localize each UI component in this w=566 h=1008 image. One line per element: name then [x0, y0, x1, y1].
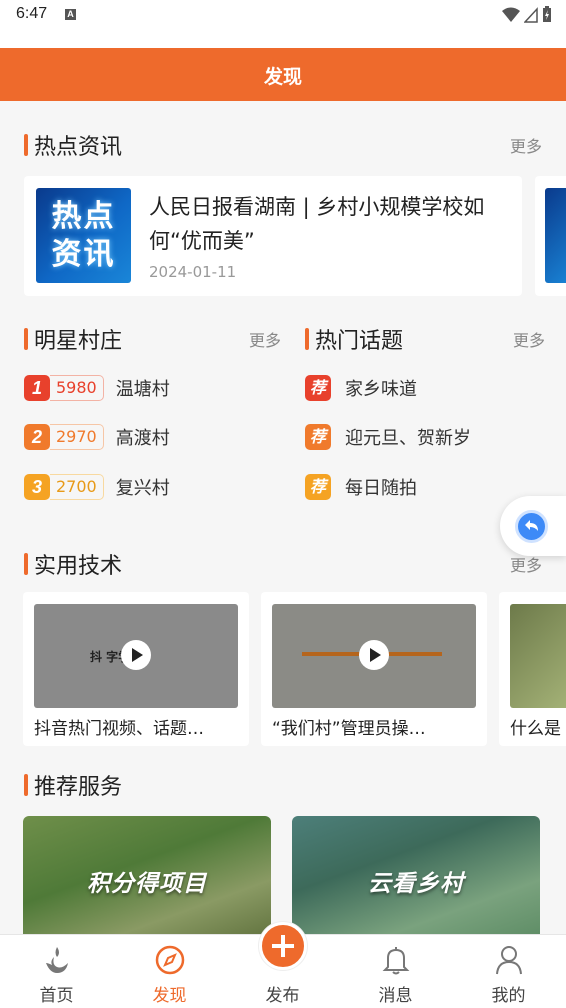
news-card-next[interactable] [535, 176, 566, 296]
wifi-icon [502, 7, 520, 22]
play-icon [359, 640, 389, 670]
service-label: 积分得项目 [87, 871, 207, 897]
service-card-points[interactable]: 积分得项目 [23, 816, 271, 946]
section-title-hot-topics: 热门话题 [305, 323, 403, 355]
topic-name: 家乡味道 [345, 379, 417, 400]
section-accent-bar [24, 328, 28, 350]
nav-discover[interactable]: 发现 [113, 935, 226, 1008]
village-row[interactable]: 2 2970 高渡村 [24, 424, 170, 450]
status-time: 6:47 [16, 5, 48, 22]
rank-badge: 3 [24, 474, 50, 500]
hot-topics-more-link[interactable]: 更多 [513, 327, 545, 351]
nav-label: 发现 [152, 986, 187, 1006]
video-card[interactable]: 什么是 [499, 592, 566, 746]
app-screen: 6:47 A 发现 热点资讯 更多 热点 资讯 人民日报看湖南 | 乡村小规模学… [0, 0, 566, 1008]
star-villages-more-link[interactable]: 更多 [249, 327, 281, 351]
video-caption: 抖音热门视频、话题… [34, 719, 204, 739]
publish-button[interactable] [259, 922, 307, 970]
topic-row[interactable]: 荐 家乡味道 [305, 375, 417, 401]
video-thumbnail: 抖 字学堂 [34, 604, 238, 708]
news-date: 2024-01-11 [149, 263, 237, 281]
section-title-star-villages: 明星村庄 [24, 323, 122, 355]
section-accent-bar [24, 774, 28, 796]
section-title-text: 明星村庄 [34, 329, 123, 354]
user-icon [496, 946, 522, 975]
rank-badge: 1 [24, 375, 50, 401]
village-score: 2700 [50, 474, 104, 500]
service-label: 云看乡村 [368, 871, 464, 897]
page-title: 发现 [263, 66, 302, 88]
topic-row[interactable]: 荐 每日随拍 [305, 474, 417, 500]
video-thumbnail [272, 604, 476, 708]
nav-messages[interactable]: 消息 [339, 935, 452, 1008]
rank-badge: 2 [24, 424, 50, 450]
recommend-badge: 荐 [305, 375, 331, 401]
news-thumbnail-text: 热点 资讯 [51, 199, 116, 272]
village-score: 5980 [50, 375, 104, 401]
video-caption: “我们村”管理员操… [272, 719, 426, 739]
hot-news-more-link[interactable]: 更多 [510, 133, 542, 157]
news-card[interactable]: 热点 资讯 人民日报看湖南 | 乡村小规模学校如何“优而美” 2024-01-1… [24, 176, 522, 296]
status-icons [502, 6, 552, 23]
section-accent-bar [305, 328, 309, 350]
recommend-badge: 荐 [305, 424, 331, 450]
nav-label: 我的 [491, 986, 526, 1006]
recommend-badge: 荐 [305, 474, 331, 500]
section-accent-bar [24, 553, 28, 575]
topic-name: 迎元旦、贺新岁 [345, 428, 471, 449]
village-row[interactable]: 1 5980 温塘村 [24, 375, 170, 401]
nav-profile[interactable]: 我的 [452, 935, 565, 1008]
section-title-text: 热点资讯 [34, 135, 123, 160]
notification-icon: A [65, 9, 76, 20]
nav-label: 发布 [265, 986, 300, 1006]
service-card-cloud-village[interactable]: 云看乡村 [292, 816, 540, 946]
village-name: 高渡村 [115, 428, 170, 449]
section-accent-bar [24, 134, 28, 156]
news-title: 人民日报看湖南 | 乡村小规模学校如何“优而美” [149, 195, 485, 253]
village-row[interactable]: 3 2700 复兴村 [24, 474, 170, 500]
news-thumbnail: 热点 资讯 [36, 188, 131, 283]
battery-icon [543, 6, 551, 22]
village-name: 复兴村 [115, 478, 170, 499]
section-title-tech: 实用技术 [24, 548, 122, 580]
compass-icon [155, 945, 185, 975]
reply-arrow-icon [515, 510, 548, 543]
topic-name: 每日随拍 [345, 478, 417, 499]
signal-icon [524, 6, 538, 23]
village-score: 2970 [50, 424, 104, 450]
top-header: 发现 [0, 48, 566, 101]
nav-label: 首页 [39, 986, 74, 1006]
news-thumbnail [545, 188, 566, 283]
bell-icon [382, 947, 410, 975]
play-icon [121, 640, 151, 670]
section-title-text: 推荐服务 [34, 775, 123, 800]
floating-back-button[interactable] [500, 496, 566, 556]
home-flame-icon [46, 947, 68, 973]
village-name: 温塘村 [115, 379, 170, 400]
video-card[interactable]: “我们村”管理员操… [261, 592, 487, 746]
nav-home[interactable]: 首页 [0, 935, 113, 1008]
plus-icon [272, 935, 294, 957]
video-caption: 什么是 [510, 719, 561, 739]
section-title-services: 推荐服务 [24, 769, 122, 801]
section-title-hot-news: 热点资讯 [24, 129, 122, 161]
topic-row[interactable]: 荐 迎元旦、贺新岁 [305, 424, 471, 450]
video-card[interactable]: 抖 字学堂 抖音热门视频、话题… [23, 592, 249, 746]
status-bar: 6:47 A [0, 0, 566, 48]
video-thumbnail [510, 604, 566, 708]
nav-label: 消息 [378, 986, 413, 1006]
section-title-text: 实用技术 [34, 554, 123, 579]
section-title-text: 热门话题 [315, 329, 404, 354]
